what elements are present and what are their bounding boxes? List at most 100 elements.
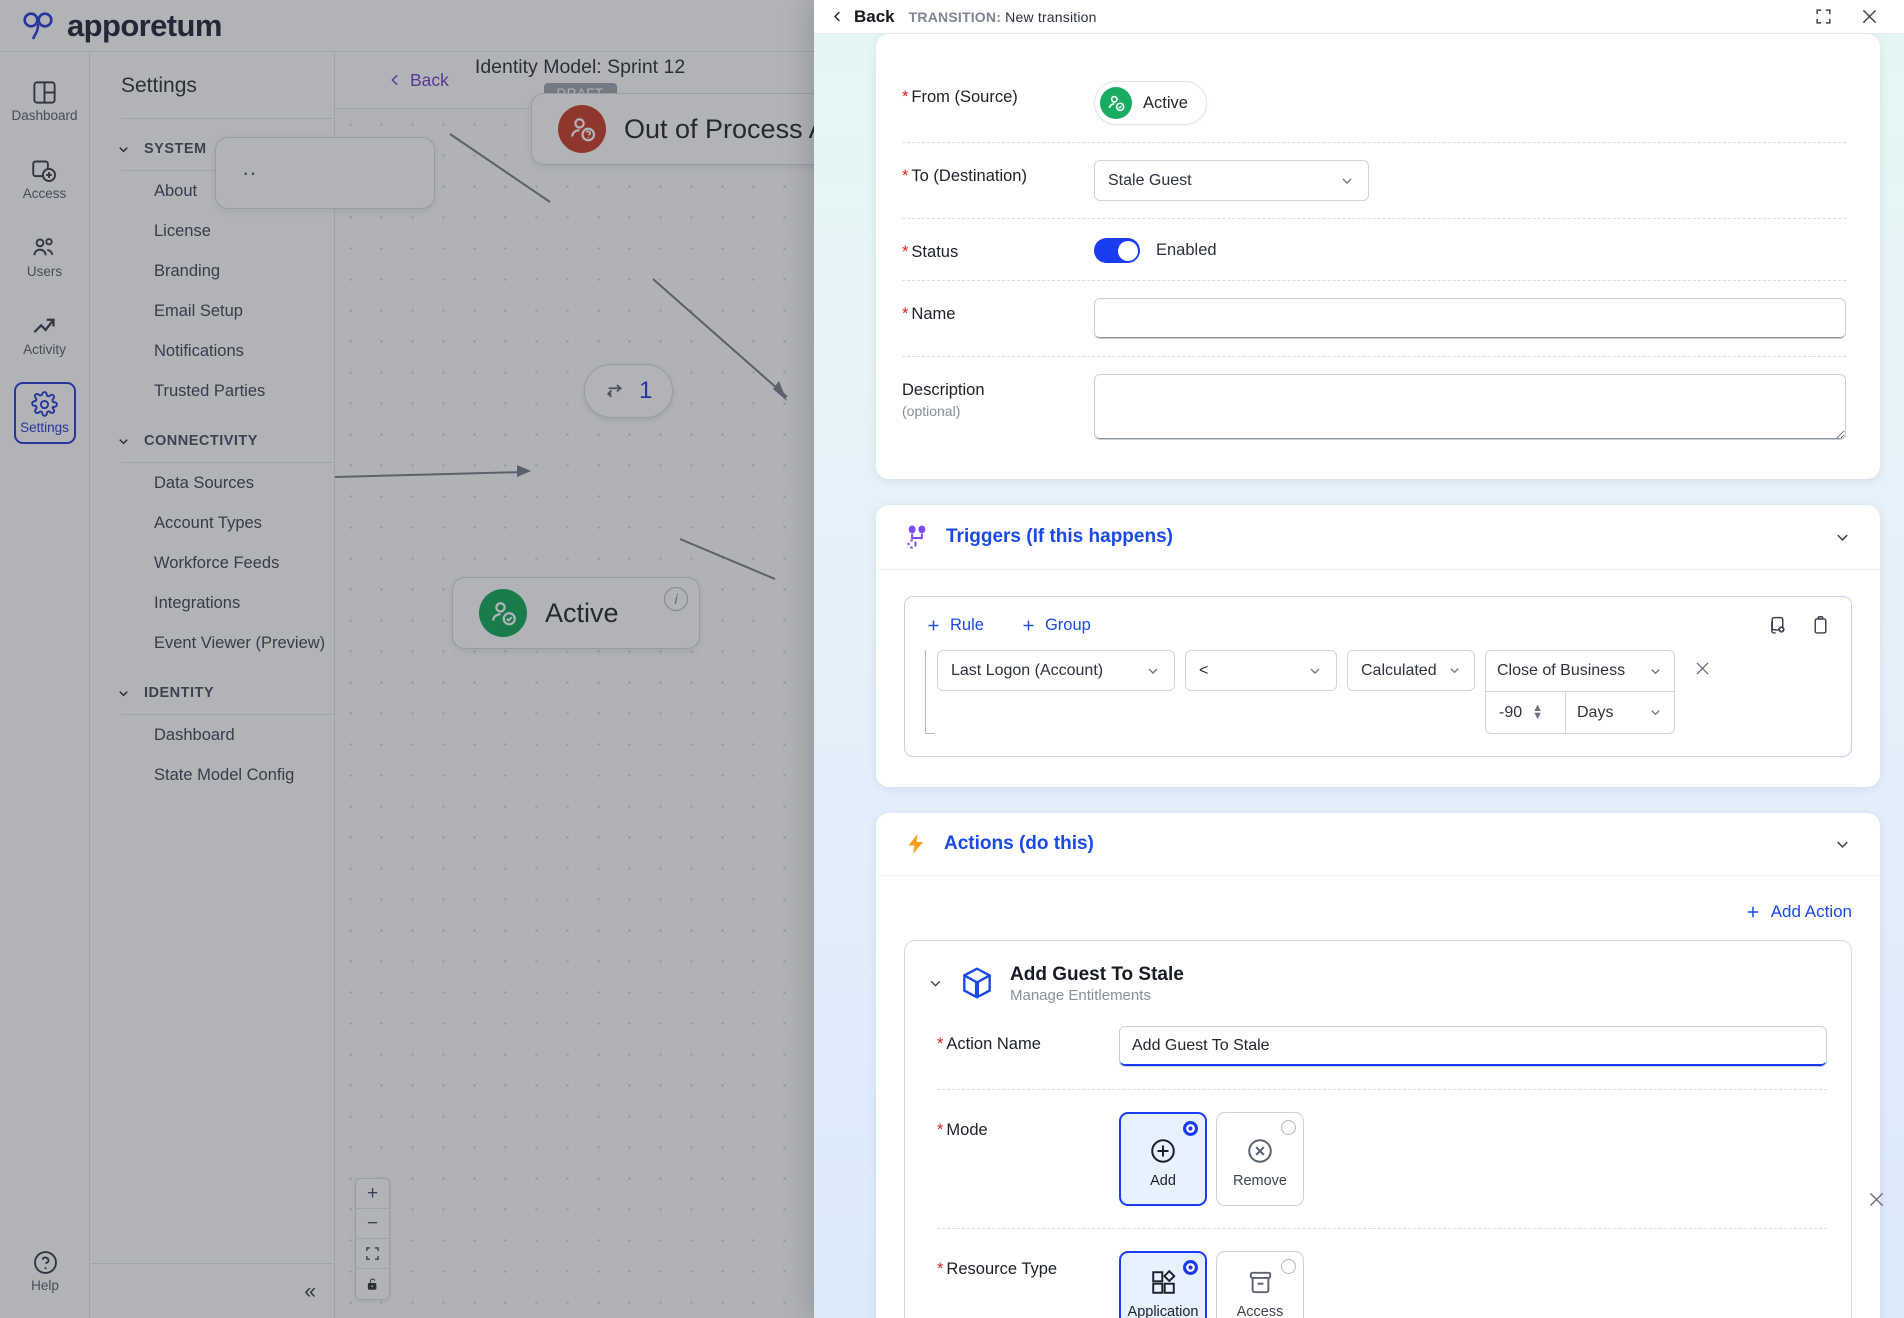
transition-details-body: * From (Source) Active * To (Destination… (876, 34, 1880, 479)
resource-type-option-access-packages[interactable]: Access Packages (1216, 1250, 1304, 1318)
rule-toolbar: Rule Group (925, 615, 1831, 636)
chevron-down-icon[interactable] (1833, 528, 1852, 547)
nav-group-connectivity: CONNECTIVITY Data Sources Account Types … (90, 411, 334, 663)
nav-item-notifications[interactable]: Notifications (90, 331, 334, 371)
triggers-card: Triggers (If this happens) Rule Group La… (876, 505, 1880, 787)
description-textarea[interactable] (1094, 374, 1846, 440)
delete-rule-icon[interactable] (1693, 659, 1712, 684)
state-node-partial[interactable]: ·· (215, 137, 435, 209)
name-input[interactable] (1094, 298, 1846, 339)
info-icon[interactable]: i (664, 587, 688, 611)
settings-title: Settings (121, 74, 197, 97)
triggers-title: Triggers (If this happens) (946, 526, 1173, 547)
users-icon (33, 238, 54, 256)
rule-value-type-select[interactable]: Calculated (1347, 650, 1475, 691)
radio-indicator (1183, 1120, 1198, 1136)
to-destination-select[interactable]: Stale Guest (1094, 160, 1369, 201)
nav-group-header-identity[interactable]: IDENTITY (90, 685, 334, 714)
name-label: Name (911, 305, 956, 323)
transition-panel: Back TRANSITION: New transition * From (… (814, 0, 1904, 1318)
sidebar-item-dashboard[interactable]: Dashboard (11, 70, 78, 132)
sidebar-item-settings[interactable]: Settings (13, 382, 76, 444)
rule-unit-select[interactable]: Days (1566, 692, 1674, 733)
icon-rail: Dashboard Access Users Activity Settings… (0, 52, 90, 1318)
mode-option-remove[interactable]: Remove (1216, 1111, 1304, 1206)
state-node-label: Out of Process A (624, 113, 827, 144)
rule-toolbar-actions (1767, 615, 1831, 636)
nav-item-trusted-parties[interactable]: Trusted Parties (90, 371, 334, 411)
resource-type-option-label: Access Packages (1236, 1303, 1284, 1318)
sidebar-item-users[interactable]: Users (14, 226, 76, 288)
transition-count: 1 (639, 377, 653, 404)
field-row-resource-type: * Resource Type Application Access (927, 1229, 1827, 1318)
from-source-chip: Active (1094, 81, 1207, 125)
nav-item-state-model-config[interactable]: State Model Config (90, 755, 334, 795)
rule-reference-select[interactable]: Close of Business (1486, 651, 1674, 692)
nav-item-workforce-feeds[interactable]: Workforce Feeds (90, 543, 334, 583)
field-row-status: * Status Enabled (902, 219, 1846, 280)
add-group-button[interactable]: Group (1020, 616, 1091, 635)
collapse-sidebar-button[interactable]: « (304, 1280, 316, 1304)
copy-rule-icon[interactable] (1767, 615, 1788, 636)
status-toggle[interactable] (1094, 238, 1140, 263)
close-icon[interactable] (1859, 6, 1880, 27)
sidebar-item-access[interactable]: Access (14, 148, 76, 210)
panel-back-button[interactable]: Back (830, 7, 895, 27)
nav-item-branding[interactable]: Branding (90, 251, 334, 291)
nav-item-integrations[interactable]: Integrations (90, 583, 334, 623)
remove-action-button[interactable] (1866, 1189, 1887, 1216)
chevron-down-icon (119, 146, 128, 152)
rule-reference-value: Close of Business (1497, 662, 1626, 679)
panel-back-label: Back (854, 6, 895, 26)
stepper-arrows-icon[interactable]: ▲ ▼ (1532, 703, 1543, 721)
add-action-button[interactable]: Add Action (904, 902, 1852, 940)
help-label: Help (31, 1277, 59, 1293)
zoom-in-icon[interactable]: + (356, 1179, 389, 1209)
chevron-down-icon[interactable] (1833, 835, 1852, 854)
chevron-left-icon (834, 11, 840, 22)
expand-icon[interactable] (1814, 7, 1833, 26)
resource-type-option-application-roles[interactable]: Application Roles (1119, 1250, 1207, 1318)
nav-item-data-sources[interactable]: Data Sources (90, 463, 334, 503)
panel-kicker: TRANSITION: New transition (909, 9, 1097, 25)
rule-offset-value: -90 (1499, 703, 1523, 721)
add-rule-button[interactable]: Rule (925, 616, 984, 635)
nav-item-identity-dashboard[interactable]: Dashboard (90, 715, 334, 755)
state-node-ellipsis: ·· (242, 160, 257, 185)
field-row-description: Description (optional) (902, 357, 1846, 457)
help-button[interactable]: Help (14, 1249, 76, 1293)
state-node-active[interactable]: Active i (452, 577, 700, 649)
required-asterisk: * (902, 88, 909, 106)
rule-operator-value: < (1199, 661, 1209, 679)
mode-option-add[interactable]: Add (1119, 1111, 1207, 1206)
action-name-input[interactable] (1119, 1025, 1827, 1067)
required-asterisk: * (902, 243, 909, 261)
chevron-down-icon[interactable] (927, 975, 944, 992)
fit-screen-icon[interactable] (356, 1239, 389, 1269)
triggers-section-header[interactable]: Triggers (If this happens) (876, 505, 1880, 570)
sidebar-item-activity[interactable]: Activity (14, 304, 76, 366)
lock-icon[interactable] (356, 1269, 389, 1299)
action-card-title: Add Guest To Stale (1010, 964, 1184, 985)
brand-logo[interactable]: apporetum (22, 8, 222, 44)
plus-circle-icon (1151, 1139, 1175, 1163)
rule-operator-select[interactable]: < (1185, 650, 1337, 691)
nav-item-event-viewer[interactable]: Event Viewer (Preview) (90, 623, 334, 663)
nav-group-header-connectivity[interactable]: CONNECTIVITY (90, 433, 334, 462)
canvas-back-label: Back (410, 69, 449, 90)
nav-item-license[interactable]: License (90, 211, 334, 251)
app-roles-icon (1151, 1269, 1176, 1294)
settings-subnav: Settings SYSTEM About License Branding E… (90, 52, 335, 1318)
mode-option-label: Remove (1233, 1173, 1287, 1190)
paste-rule-icon[interactable] (1810, 615, 1831, 636)
rule-attribute-select[interactable]: Last Logon (Account) (937, 650, 1175, 691)
canvas-back-button[interactable]: Back (387, 70, 449, 91)
mode-option-group: Add Remove (1119, 1111, 1304, 1206)
actions-section-header[interactable]: Actions (do this) (876, 813, 1880, 876)
rule-offset-stepper[interactable]: -90 ▲ ▼ (1486, 692, 1566, 733)
transition-count-pill[interactable]: 1 (584, 364, 674, 418)
nav-item-account-types[interactable]: Account Types (90, 503, 334, 543)
apporetum-logo-icon (23, 11, 53, 39)
zoom-out-icon[interactable]: − (356, 1209, 389, 1239)
nav-item-email-setup[interactable]: Email Setup (90, 291, 334, 331)
